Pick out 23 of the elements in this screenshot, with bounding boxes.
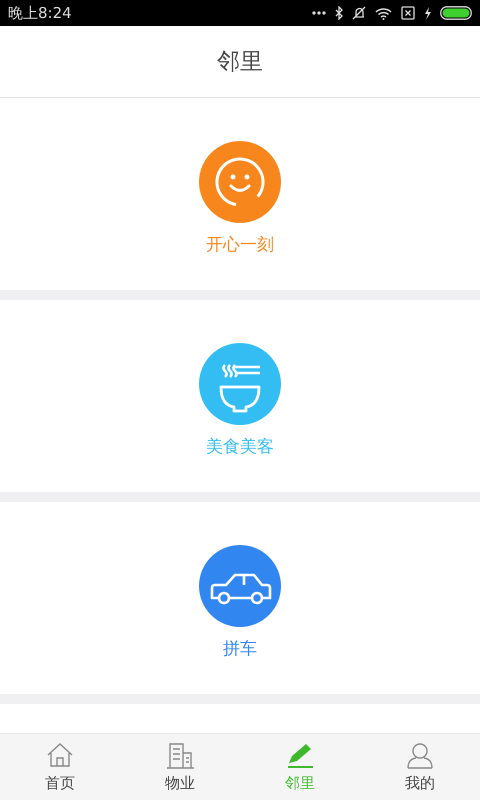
no-sim-icon bbox=[401, 6, 415, 20]
bell-muted-icon bbox=[352, 6, 366, 20]
tab-item[interactable]: 首页 bbox=[0, 734, 120, 800]
wifi-icon bbox=[375, 6, 392, 20]
tab-item[interactable]: 物业 bbox=[120, 734, 240, 800]
more-dots-icon bbox=[312, 11, 326, 15]
pencil-icon bbox=[285, 741, 315, 769]
feature-card[interactable]: 拼车 bbox=[0, 502, 480, 694]
feature-card[interactable]: 开心一刻 bbox=[0, 98, 480, 290]
building-icon bbox=[165, 741, 195, 769]
feature-label: 开心一刻 bbox=[206, 234, 274, 256]
tab-item[interactable]: 我的 bbox=[360, 734, 480, 800]
charging-icon bbox=[424, 6, 431, 20]
feature-label: 拼车 bbox=[223, 638, 257, 660]
bluetooth-icon bbox=[335, 6, 343, 20]
battery-icon bbox=[440, 6, 472, 20]
tab-item[interactable]: 邻里 bbox=[240, 734, 360, 800]
page-title: 邻里 bbox=[217, 48, 263, 77]
person-icon bbox=[405, 741, 435, 769]
house-icon bbox=[45, 741, 75, 769]
status-time: 晚上8:24 bbox=[8, 4, 72, 22]
feature-label: 美食美客 bbox=[206, 436, 274, 458]
feature-card[interactable]: 美食美客 bbox=[0, 300, 480, 492]
